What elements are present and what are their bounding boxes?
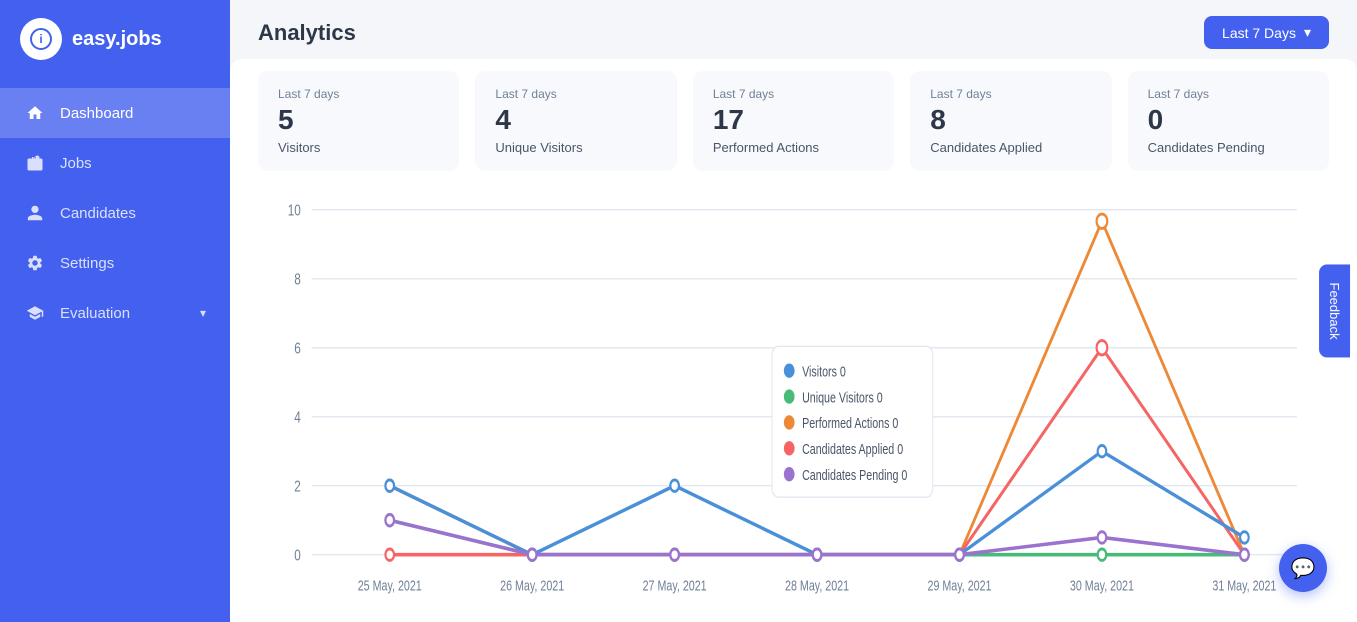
svg-text:10: 10	[288, 201, 301, 219]
stat-applied-value: 8	[930, 105, 1091, 136]
graduation-icon	[24, 302, 46, 324]
svg-text:Unique Visitors 0: Unique Visitors 0	[802, 390, 883, 406]
chevron-down-icon: ▾	[200, 306, 206, 320]
stat-pending-label: Candidates Pending	[1148, 140, 1309, 155]
svg-text:i: i	[39, 32, 42, 46]
svg-text:Candidates Applied 0: Candidates Applied 0	[802, 441, 903, 457]
svg-text:0: 0	[294, 546, 301, 564]
sidebar-settings-label: Settings	[60, 255, 114, 272]
chat-button[interactable]: 💬	[1279, 544, 1327, 592]
stat-visitors-value: 5	[278, 105, 439, 136]
stat-card-visitors: Last 7 days 5 Visitors	[258, 71, 459, 171]
svg-text:26 May, 2021: 26 May, 2021	[500, 578, 564, 594]
stat-unique-label: Unique Visitors	[495, 140, 656, 155]
svg-text:8: 8	[294, 270, 301, 288]
stat-card-candidates-applied: Last 7 days 8 Candidates Applied	[910, 71, 1111, 171]
svg-text:Candidates Pending 0: Candidates Pending 0	[802, 467, 907, 483]
svg-text:31 May, 2021: 31 May, 2021	[1212, 578, 1276, 594]
sidebar-evaluation-label: Evaluation	[60, 305, 130, 322]
logo-area: i easy.jobs	[0, 0, 230, 78]
sidebar-dashboard-label: Dashboard	[60, 105, 133, 122]
sidebar-item-jobs[interactable]: Jobs	[0, 138, 230, 188]
user-icon	[24, 202, 46, 224]
svg-text:6: 6	[294, 339, 301, 357]
page-title: Analytics	[258, 20, 356, 46]
sidebar-item-evaluation[interactable]: Evaluation ▾	[0, 288, 230, 338]
sidebar-navigation: Dashboard Jobs Candidates Settings Evalu…	[0, 78, 230, 348]
date-filter-button[interactable]: Last 7 Days ▾	[1204, 16, 1329, 49]
logo-icon: i	[20, 18, 62, 60]
svg-text:27 May, 2021: 27 May, 2021	[643, 578, 707, 594]
stat-card-performed-actions: Last 7 days 17 Performed Actions	[693, 71, 894, 171]
main-content: Analytics Last 7 Days ▾ Last 7 days 5 Vi…	[230, 0, 1357, 622]
sidebar-item-settings[interactable]: Settings	[0, 238, 230, 288]
chart-container: 10 8 6 4 2 0 25 May, 2021 26 May, 2021 2…	[230, 171, 1357, 622]
page-header: Analytics Last 7 Days ▾	[230, 0, 1357, 59]
stats-section: Last 7 days 5 Visitors Last 7 days 4 Uni…	[230, 59, 1357, 171]
stat-performed-period: Last 7 days	[713, 87, 874, 101]
home-icon	[24, 102, 46, 124]
stats-cards: Last 7 days 5 Visitors Last 7 days 4 Uni…	[258, 71, 1329, 171]
stat-visitors-period: Last 7 days	[278, 87, 439, 101]
svg-text:2: 2	[294, 477, 301, 495]
stat-applied-period: Last 7 days	[930, 87, 1091, 101]
chart-wrapper: 10 8 6 4 2 0 25 May, 2021 26 May, 2021 2…	[258, 181, 1329, 612]
stat-card-unique-visitors: Last 7 days 4 Unique Visitors	[475, 71, 676, 171]
stat-unique-value: 4	[495, 105, 656, 136]
svg-text:28 May, 2021: 28 May, 2021	[785, 578, 849, 594]
app-name: easy.jobs	[72, 28, 162, 51]
sidebar-candidates-label: Candidates	[60, 205, 136, 222]
feedback-label: Feedback	[1327, 282, 1342, 339]
sidebar-item-dashboard[interactable]: Dashboard	[0, 88, 230, 138]
stat-visitors-label: Visitors	[278, 140, 439, 155]
svg-text:30 May, 2021: 30 May, 2021	[1070, 578, 1134, 594]
sidebar-jobs-label: Jobs	[60, 155, 92, 172]
stat-card-candidates-pending: Last 7 days 0 Candidates Pending	[1128, 71, 1329, 171]
stat-unique-period: Last 7 days	[495, 87, 656, 101]
gear-icon	[24, 252, 46, 274]
chevron-down-icon: ▾	[1304, 24, 1311, 41]
stat-pending-value: 0	[1148, 105, 1309, 136]
stat-performed-label: Performed Actions	[713, 140, 874, 155]
sidebar-item-candidates[interactable]: Candidates	[0, 188, 230, 238]
date-filter-label: Last 7 Days	[1222, 25, 1296, 41]
stat-performed-value: 17	[713, 105, 874, 136]
stat-pending-period: Last 7 days	[1148, 87, 1309, 101]
svg-text:4: 4	[294, 408, 301, 426]
briefcase-icon	[24, 152, 46, 174]
svg-text:Visitors 0: Visitors 0	[802, 364, 846, 380]
svg-text:29 May, 2021: 29 May, 2021	[927, 578, 991, 594]
sidebar: i easy.jobs Dashboard Jobs Candidates	[0, 0, 230, 622]
chart-legend: Visitors Unique Visitors Performed Actio…	[258, 612, 1329, 622]
chart-svg: 10 8 6 4 2 0 25 May, 2021 26 May, 2021 2…	[258, 181, 1329, 612]
svg-text:Performed Actions 0: Performed Actions 0	[802, 416, 898, 432]
svg-text:25 May, 2021: 25 May, 2021	[358, 578, 422, 594]
stat-applied-label: Candidates Applied	[930, 140, 1091, 155]
chat-icon: 💬	[1291, 556, 1316, 581]
feedback-tab[interactable]: Feedback	[1319, 264, 1350, 357]
